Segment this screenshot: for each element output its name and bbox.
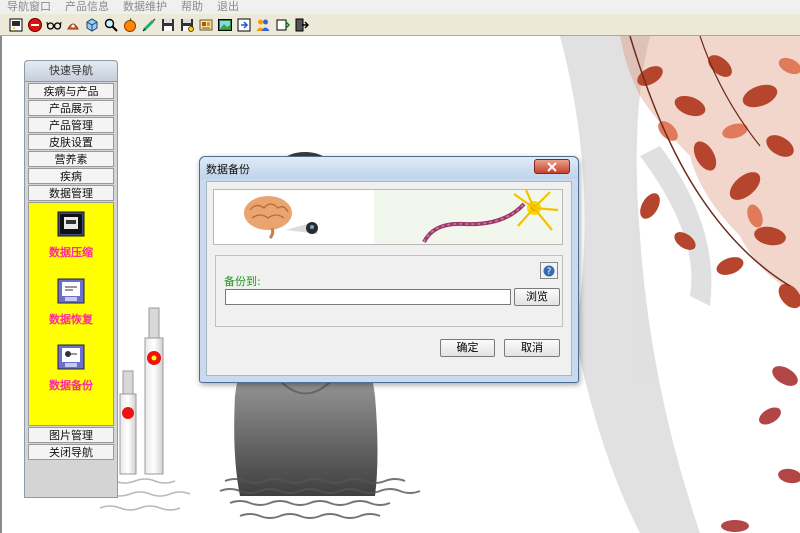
browse-button[interactable]: 浏览 xyxy=(514,288,560,306)
magnifier-icon[interactable] xyxy=(103,17,119,33)
save-as-icon[interactable] xyxy=(179,17,195,33)
quick-nav-panel: 快速导航 疾病与产品 产品展示 产品管理 皮肤设置 营养素 疾病 数据管理 数据… xyxy=(24,60,118,498)
syringe-icon[interactable] xyxy=(141,17,157,33)
compress-icon[interactable] xyxy=(57,211,85,237)
data-restore-item[interactable]: 数据恢复 xyxy=(29,278,113,327)
dialog-title: 数据备份 xyxy=(206,163,250,176)
nav-button-close-navigation[interactable]: 关闭导航 xyxy=(28,444,114,460)
nav-button-data-management[interactable]: 数据管理 xyxy=(28,185,114,201)
nav-button-skin-settings[interactable]: 皮肤设置 xyxy=(28,134,114,150)
backup-icon[interactable] xyxy=(57,344,85,370)
data-management-panel: 数据压缩 数据恢复 数据备份 xyxy=(28,202,114,426)
picture-icon[interactable] xyxy=(217,17,233,33)
toolbar xyxy=(0,14,800,36)
menu-exit[interactable]: 退出 xyxy=(210,0,246,14)
nav-button-nutrients[interactable]: 营养素 xyxy=(28,151,114,167)
apple-icon[interactable] xyxy=(122,17,138,33)
help-icon: ? xyxy=(543,265,555,277)
nav-button-disease-products[interactable]: 疾病与产品 xyxy=(28,83,114,99)
data-compress-label: 数据压缩 xyxy=(49,246,93,259)
menu-data-maintenance[interactable]: 数据维护 xyxy=(116,0,174,14)
quick-nav-title: 快速导航 xyxy=(25,61,117,82)
menu-nav-window[interactable]: 导航窗口 xyxy=(0,0,58,14)
nav-button-product-management[interactable]: 产品管理 xyxy=(28,117,114,133)
menubar: 导航窗口 产品信息 数据维护 帮助 退出 xyxy=(0,0,800,14)
dialog-body: ? 备份到: 浏览 确定 取消 xyxy=(206,181,572,376)
card-icon[interactable] xyxy=(198,17,214,33)
data-compress-item[interactable]: 数据压缩 xyxy=(29,211,113,260)
exit-icon[interactable] xyxy=(293,17,309,33)
users-icon[interactable] xyxy=(255,17,271,33)
close-button[interactable] xyxy=(534,159,570,174)
data-backup-item[interactable]: 数据备份 xyxy=(29,344,113,393)
glasses-icon[interactable] xyxy=(46,17,62,33)
save-icon[interactable] xyxy=(160,17,176,33)
backup-to-label: 备份到: xyxy=(224,275,261,288)
dialog-titlebar[interactable]: 数据备份 xyxy=(200,157,578,179)
new-icon[interactable] xyxy=(8,17,24,33)
close-icon xyxy=(547,161,557,172)
box-icon[interactable] xyxy=(84,17,100,33)
backup-path-input[interactable] xyxy=(225,289,511,305)
svg-text:?: ? xyxy=(547,267,552,277)
data-backup-dialog: 数据备份 ? 备份到: 浏览 确定 取消 xyxy=(199,156,579,383)
restore-icon[interactable] xyxy=(57,278,85,304)
rocket-icon[interactable] xyxy=(65,17,81,33)
nav-button-product-display[interactable]: 产品展示 xyxy=(28,100,114,116)
cancel-button[interactable]: 取消 xyxy=(504,339,560,357)
menu-help[interactable]: 帮助 xyxy=(174,0,210,14)
export-icon[interactable] xyxy=(236,17,252,33)
nav-button-picture-management[interactable]: 图片管理 xyxy=(28,427,114,443)
nav-button-disease[interactable]: 疾病 xyxy=(28,168,114,184)
stop-icon[interactable] xyxy=(27,17,43,33)
pin-icon[interactable] xyxy=(274,17,290,33)
menu-product-info[interactable]: 产品信息 xyxy=(58,0,116,14)
ok-button[interactable]: 确定 xyxy=(440,339,495,357)
help-button[interactable]: ? xyxy=(540,262,558,279)
data-restore-label: 数据恢复 xyxy=(49,313,93,326)
dialog-banner-image xyxy=(213,189,563,245)
data-backup-label: 数据备份 xyxy=(49,379,93,392)
